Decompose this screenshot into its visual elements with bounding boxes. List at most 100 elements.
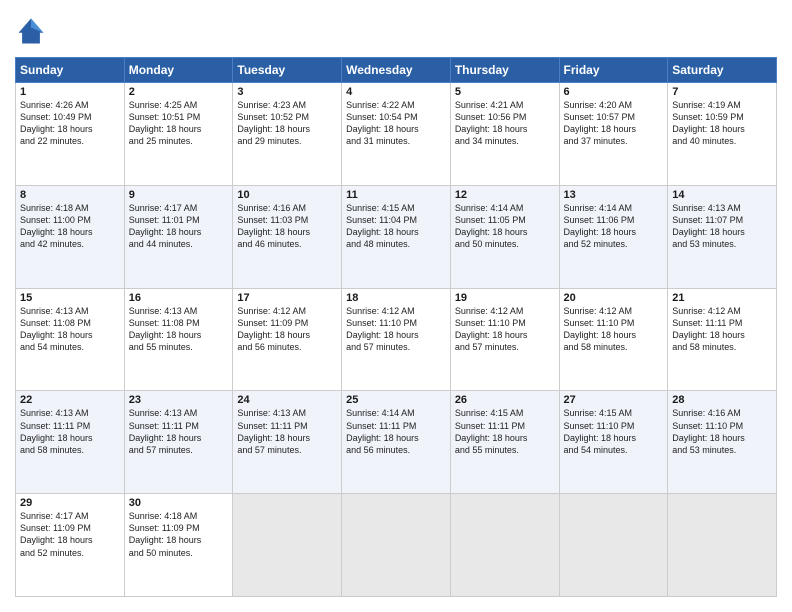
calendar-cell: 17Sunrise: 4:12 AMSunset: 11:09 PMDaylig… xyxy=(233,288,342,391)
calendar-cell xyxy=(233,494,342,597)
cell-info: Sunrise: 4:13 AMSunset: 11:08 PMDaylight… xyxy=(20,305,120,354)
cell-info: Sunrise: 4:20 AMSunset: 10:57 PMDaylight… xyxy=(564,99,664,148)
calendar-cell xyxy=(450,494,559,597)
day-number: 10 xyxy=(237,189,337,201)
cell-info: Sunrise: 4:19 AMSunset: 10:59 PMDaylight… xyxy=(672,99,772,148)
cell-info: Sunrise: 4:14 AMSunset: 11:05 PMDaylight… xyxy=(455,202,555,251)
cell-info: Sunrise: 4:17 AMSunset: 11:01 PMDaylight… xyxy=(129,202,229,251)
cell-info: Sunrise: 4:12 AMSunset: 11:10 PMDaylight… xyxy=(346,305,446,354)
weekday-header: Tuesday xyxy=(233,58,342,83)
calendar-cell: 5Sunrise: 4:21 AMSunset: 10:56 PMDayligh… xyxy=(450,83,559,186)
day-number: 12 xyxy=(455,189,555,201)
calendar-cell: 14Sunrise: 4:13 AMSunset: 11:07 PMDaylig… xyxy=(668,185,777,288)
calendar-cell: 22Sunrise: 4:13 AMSunset: 11:11 PMDaylig… xyxy=(16,391,125,494)
cell-info: Sunrise: 4:13 AMSunset: 11:11 PMDaylight… xyxy=(20,407,120,456)
cell-info: Sunrise: 4:16 AMSunset: 11:10 PMDaylight… xyxy=(672,407,772,456)
day-number: 19 xyxy=(455,292,555,304)
calendar-cell: 2Sunrise: 4:25 AMSunset: 10:51 PMDayligh… xyxy=(124,83,233,186)
calendar-cell: 18Sunrise: 4:12 AMSunset: 11:10 PMDaylig… xyxy=(342,288,451,391)
day-number: 28 xyxy=(672,394,772,406)
calendar-cell: 19Sunrise: 4:12 AMSunset: 11:10 PMDaylig… xyxy=(450,288,559,391)
day-number: 9 xyxy=(129,189,229,201)
calendar-cell: 30Sunrise: 4:18 AMSunset: 11:09 PMDaylig… xyxy=(124,494,233,597)
calendar-cell: 1Sunrise: 4:26 AMSunset: 10:49 PMDayligh… xyxy=(16,83,125,186)
day-number: 2 xyxy=(129,86,229,98)
day-number: 13 xyxy=(564,189,664,201)
logo-icon xyxy=(15,15,47,47)
weekday-header: Saturday xyxy=(668,58,777,83)
calendar-cell: 11Sunrise: 4:15 AMSunset: 11:04 PMDaylig… xyxy=(342,185,451,288)
calendar-cell: 3Sunrise: 4:23 AMSunset: 10:52 PMDayligh… xyxy=(233,83,342,186)
weekday-header: Sunday xyxy=(16,58,125,83)
weekday-header: Monday xyxy=(124,58,233,83)
cell-info: Sunrise: 4:16 AMSunset: 11:03 PMDaylight… xyxy=(237,202,337,251)
cell-info: Sunrise: 4:12 AMSunset: 11:09 PMDaylight… xyxy=(237,305,337,354)
calendar-week-row: 29Sunrise: 4:17 AMSunset: 11:09 PMDaylig… xyxy=(16,494,777,597)
calendar-cell: 24Sunrise: 4:13 AMSunset: 11:11 PMDaylig… xyxy=(233,391,342,494)
weekday-header: Thursday xyxy=(450,58,559,83)
day-number: 18 xyxy=(346,292,446,304)
day-number: 4 xyxy=(346,86,446,98)
cell-info: Sunrise: 4:18 AMSunset: 11:09 PMDaylight… xyxy=(129,510,229,559)
cell-info: Sunrise: 4:13 AMSunset: 11:11 PMDaylight… xyxy=(129,407,229,456)
calendar-cell: 26Sunrise: 4:15 AMSunset: 11:11 PMDaylig… xyxy=(450,391,559,494)
cell-info: Sunrise: 4:26 AMSunset: 10:49 PMDaylight… xyxy=(20,99,120,148)
calendar-table: SundayMondayTuesdayWednesdayThursdayFrid… xyxy=(15,57,777,597)
day-number: 7 xyxy=(672,86,772,98)
day-number: 1 xyxy=(20,86,120,98)
calendar-cell: 21Sunrise: 4:12 AMSunset: 11:11 PMDaylig… xyxy=(668,288,777,391)
calendar-header: SundayMondayTuesdayWednesdayThursdayFrid… xyxy=(16,58,777,83)
page: SundayMondayTuesdayWednesdayThursdayFrid… xyxy=(0,0,792,612)
calendar-cell: 9Sunrise: 4:17 AMSunset: 11:01 PMDayligh… xyxy=(124,185,233,288)
cell-info: Sunrise: 4:13 AMSunset: 11:07 PMDaylight… xyxy=(672,202,772,251)
cell-info: Sunrise: 4:13 AMSunset: 11:08 PMDaylight… xyxy=(129,305,229,354)
day-number: 6 xyxy=(564,86,664,98)
cell-info: Sunrise: 4:17 AMSunset: 11:09 PMDaylight… xyxy=(20,510,120,559)
calendar-cell: 15Sunrise: 4:13 AMSunset: 11:08 PMDaylig… xyxy=(16,288,125,391)
day-number: 14 xyxy=(672,189,772,201)
cell-info: Sunrise: 4:12 AMSunset: 11:10 PMDaylight… xyxy=(564,305,664,354)
cell-info: Sunrise: 4:22 AMSunset: 10:54 PMDaylight… xyxy=(346,99,446,148)
logo xyxy=(15,15,51,47)
day-number: 23 xyxy=(129,394,229,406)
day-number: 26 xyxy=(455,394,555,406)
day-number: 8 xyxy=(20,189,120,201)
day-number: 20 xyxy=(564,292,664,304)
day-number: 17 xyxy=(237,292,337,304)
calendar-cell: 27Sunrise: 4:15 AMSunset: 11:10 PMDaylig… xyxy=(559,391,668,494)
calendar-week-row: 22Sunrise: 4:13 AMSunset: 11:11 PMDaylig… xyxy=(16,391,777,494)
calendar-cell: 12Sunrise: 4:14 AMSunset: 11:05 PMDaylig… xyxy=(450,185,559,288)
cell-info: Sunrise: 4:14 AMSunset: 11:11 PMDaylight… xyxy=(346,407,446,456)
cell-info: Sunrise: 4:13 AMSunset: 11:11 PMDaylight… xyxy=(237,407,337,456)
calendar-cell xyxy=(668,494,777,597)
calendar-cell: 13Sunrise: 4:14 AMSunset: 11:06 PMDaylig… xyxy=(559,185,668,288)
day-number: 3 xyxy=(237,86,337,98)
day-number: 24 xyxy=(237,394,337,406)
day-number: 25 xyxy=(346,394,446,406)
day-number: 29 xyxy=(20,497,120,509)
calendar-cell: 16Sunrise: 4:13 AMSunset: 11:08 PMDaylig… xyxy=(124,288,233,391)
cell-info: Sunrise: 4:25 AMSunset: 10:51 PMDaylight… xyxy=(129,99,229,148)
calendar-cell: 4Sunrise: 4:22 AMSunset: 10:54 PMDayligh… xyxy=(342,83,451,186)
calendar-cell: 10Sunrise: 4:16 AMSunset: 11:03 PMDaylig… xyxy=(233,185,342,288)
calendar-cell: 20Sunrise: 4:12 AMSunset: 11:10 PMDaylig… xyxy=(559,288,668,391)
calendar-cell: 28Sunrise: 4:16 AMSunset: 11:10 PMDaylig… xyxy=(668,391,777,494)
cell-info: Sunrise: 4:15 AMSunset: 11:10 PMDaylight… xyxy=(564,407,664,456)
weekday-header: Wednesday xyxy=(342,58,451,83)
weekday-header: Friday xyxy=(559,58,668,83)
cell-info: Sunrise: 4:23 AMSunset: 10:52 PMDaylight… xyxy=(237,99,337,148)
day-number: 5 xyxy=(455,86,555,98)
cell-info: Sunrise: 4:15 AMSunset: 11:11 PMDaylight… xyxy=(455,407,555,456)
calendar-cell: 8Sunrise: 4:18 AMSunset: 11:00 PMDayligh… xyxy=(16,185,125,288)
calendar-cell xyxy=(559,494,668,597)
cell-info: Sunrise: 4:12 AMSunset: 11:11 PMDaylight… xyxy=(672,305,772,354)
cell-info: Sunrise: 4:21 AMSunset: 10:56 PMDaylight… xyxy=(455,99,555,148)
calendar-cell: 7Sunrise: 4:19 AMSunset: 10:59 PMDayligh… xyxy=(668,83,777,186)
cell-info: Sunrise: 4:15 AMSunset: 11:04 PMDaylight… xyxy=(346,202,446,251)
calendar-cell: 25Sunrise: 4:14 AMSunset: 11:11 PMDaylig… xyxy=(342,391,451,494)
calendar-cell: 23Sunrise: 4:13 AMSunset: 11:11 PMDaylig… xyxy=(124,391,233,494)
calendar-week-row: 1Sunrise: 4:26 AMSunset: 10:49 PMDayligh… xyxy=(16,83,777,186)
header xyxy=(15,15,777,47)
day-number: 16 xyxy=(129,292,229,304)
cell-info: Sunrise: 4:14 AMSunset: 11:06 PMDaylight… xyxy=(564,202,664,251)
